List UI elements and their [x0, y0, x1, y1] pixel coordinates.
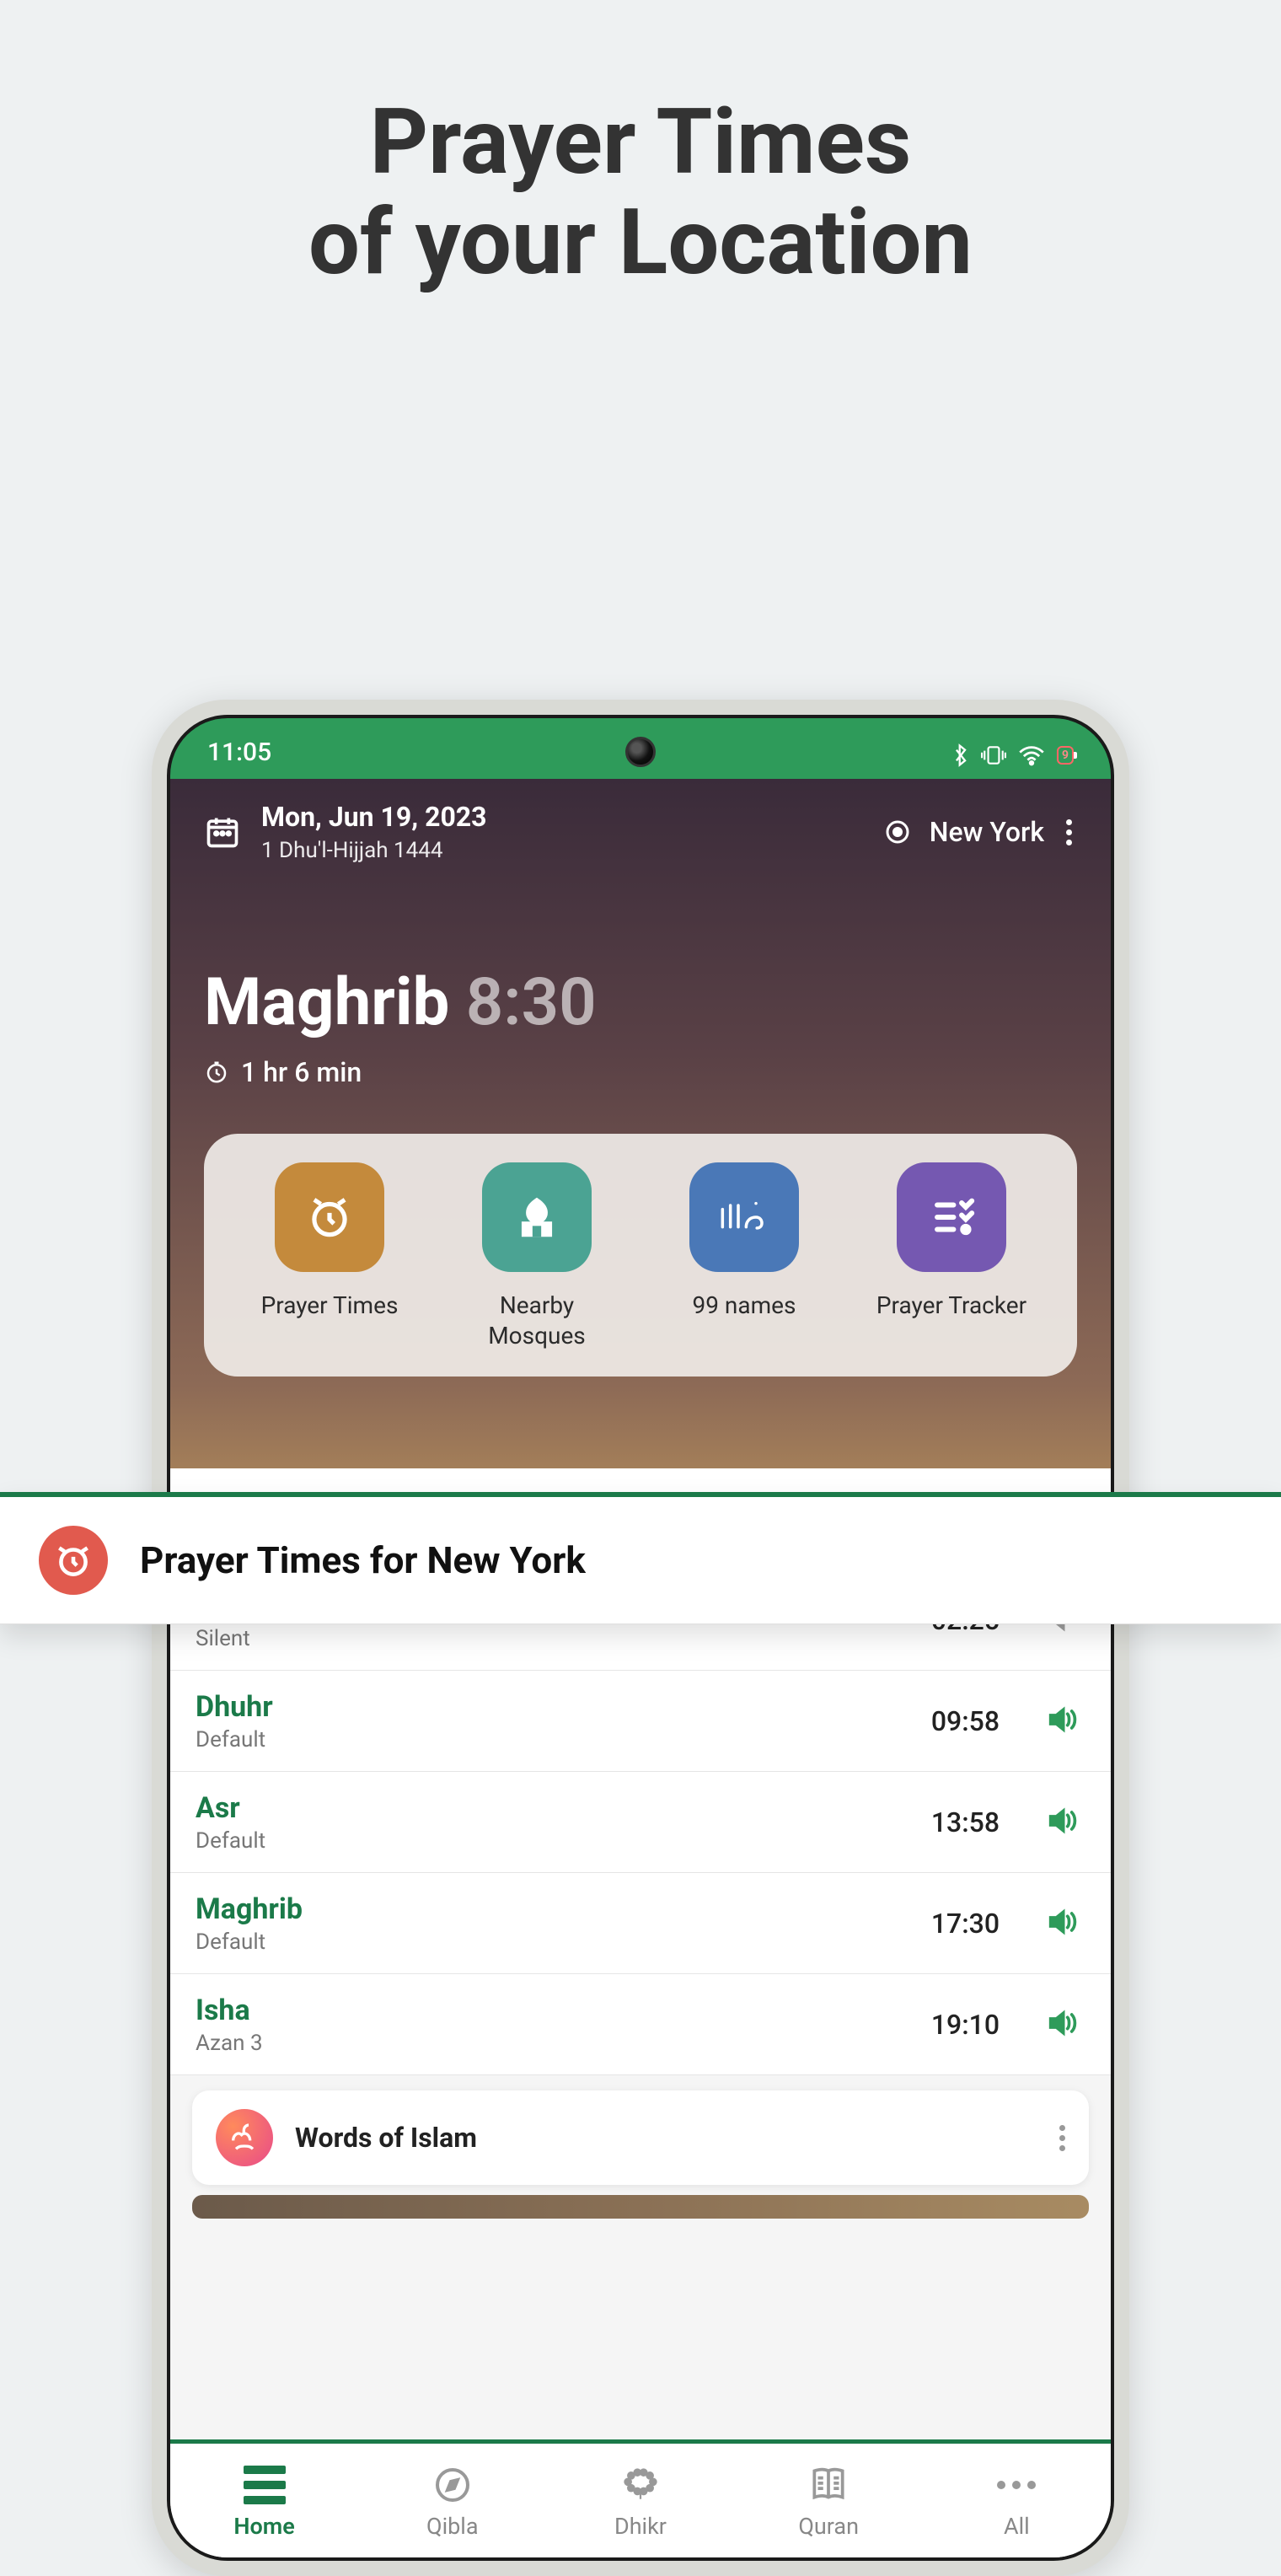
prayer-name: Isha — [196, 1994, 263, 2027]
nav-quran[interactable]: Quran — [757, 2462, 900, 2540]
app-store-headline: Prayer Times of your Location — [0, 0, 1281, 293]
calendar-icon — [204, 813, 241, 851]
hands-heart-icon — [216, 2109, 273, 2166]
allah-calligraphy-icon — [689, 1162, 799, 1272]
banner-title: Prayer Times for New York — [140, 1538, 586, 1582]
tile-label: Nearby Mosques — [448, 1291, 625, 1351]
nav-label: Quran — [757, 2513, 900, 2540]
prayer-row[interactable]: Isha Azan 3 19:10 — [170, 1974, 1111, 2075]
home-icon — [193, 2462, 336, 2508]
headline-line-2: of your Location — [0, 193, 1281, 293]
alarm-clock-icon — [39, 1526, 108, 1595]
countdown-text: 1 hr 6 min — [241, 1056, 362, 1088]
compass-icon — [381, 2462, 524, 2508]
prayer-notification-setting: Default — [196, 1727, 273, 1752]
prayer-time: 09:58 — [931, 1705, 1000, 1737]
next-prayer-time: 8:30 — [466, 964, 597, 1041]
nav-home[interactable]: Home — [193, 2462, 336, 2540]
date-block[interactable]: Mon, Jun 19, 2023 1 Dhu'l-Hijjah 1444 — [204, 801, 487, 863]
nav-label: Home — [193, 2513, 336, 2540]
hijri-date: 1 Dhu'l-Hijjah 1444 — [261, 838, 487, 863]
status-icons: 9 — [952, 743, 1074, 767]
sound-on-icon[interactable] — [1045, 2006, 1079, 2043]
checklist-icon — [897, 1162, 1006, 1272]
tile-label: Prayer Times — [241, 1291, 418, 1321]
more-horizontal-icon — [945, 2462, 1088, 2508]
tile-nearby-mosques[interactable]: Nearby Mosques — [448, 1162, 625, 1351]
prayer-name: Asr — [196, 1791, 265, 1825]
book-icon — [757, 2462, 900, 2508]
tile-label: 99 names — [656, 1291, 833, 1321]
prayer-info: Asr Default — [196, 1791, 265, 1854]
sound-on-icon[interactable] — [1045, 1804, 1079, 1841]
overlay-banner: Prayer Times for New York — [0, 1492, 1281, 1624]
phone-frame: 11:05 9 Mon, Jun 19, 2023 1 Dhu'l-Hijjah… — [152, 700, 1129, 2576]
sound-on-icon[interactable] — [1045, 1703, 1079, 1740]
prayer-notification-setting: Silent — [196, 1626, 293, 1651]
location-button[interactable]: New York — [930, 816, 1044, 848]
words-more-button[interactable] — [1059, 2125, 1065, 2151]
prayer-info: Isha Azan 3 — [196, 1994, 263, 2056]
prayer-name: Maghrib — [196, 1892, 303, 1926]
tile-prayer-times[interactable]: Prayer Times — [241, 1162, 418, 1351]
words-card-title: Words of Islam — [295, 2122, 477, 2154]
bottom-nav: Home Qibla Dhikr — [170, 2439, 1111, 2557]
battery-icon: 9 — [1057, 746, 1074, 765]
prayer-name: Dhuhr — [196, 1690, 273, 1724]
vibrate-icon — [981, 744, 1006, 766]
nav-qibla[interactable]: Qibla — [381, 2462, 524, 2540]
prayer-notification-setting: Azan 3 — [196, 2031, 263, 2056]
gregorian-date: Mon, Jun 19, 2023 — [261, 801, 487, 833]
image-strip — [192, 2195, 1089, 2219]
timer-icon — [204, 1060, 229, 1085]
quick-tiles-card: Prayer Times Nearby Mosques 99 names — [204, 1134, 1077, 1377]
mosque-icon — [482, 1162, 592, 1272]
prayer-info: Maghrib Default — [196, 1892, 303, 1955]
sound-on-icon[interactable] — [1045, 1905, 1079, 1942]
headline-line-1: Prayer Times — [0, 93, 1281, 193]
location-pin-icon — [882, 817, 913, 847]
next-prayer: Maghrib 8:30 — [204, 964, 1077, 1041]
status-time: 11:05 — [207, 738, 271, 767]
prayer-info: Dhuhr Default — [196, 1690, 273, 1752]
prayer-time: 19:10 — [931, 2009, 1000, 2041]
countdown: 1 hr 6 min — [204, 1056, 1077, 1088]
prayer-notification-setting: Default — [196, 1828, 265, 1854]
tile-prayer-tracker[interactable]: Prayer Tracker — [863, 1162, 1040, 1351]
bluetooth-icon — [952, 743, 969, 767]
tasbih-icon — [569, 2462, 712, 2508]
prayer-row[interactable]: Dhuhr Default 09:58 — [170, 1671, 1111, 1772]
alarm-clock-icon — [275, 1162, 384, 1272]
main-content: Fajr10 mins before, Azan 100:45SunriseSi… — [170, 1468, 1111, 2557]
nav-dhikr[interactable]: Dhikr — [569, 2462, 712, 2540]
phone-camera — [625, 737, 656, 767]
prayer-row[interactable]: Maghrib Default 17:30 — [170, 1873, 1111, 1974]
nav-label: Dhikr — [569, 2513, 712, 2540]
wifi-icon — [1018, 744, 1045, 766]
tile-label: Prayer Tracker — [863, 1291, 1040, 1321]
words-of-islam-card[interactable]: Words of Islam — [192, 2090, 1089, 2185]
hero-panel: Mon, Jun 19, 2023 1 Dhu'l-Hijjah 1444 Ne… — [170, 779, 1111, 1468]
nav-label: All — [945, 2513, 1088, 2540]
next-prayer-name: Maghrib — [204, 964, 449, 1041]
tile-99-names[interactable]: 99 names — [656, 1162, 833, 1351]
prayer-notification-setting: Default — [196, 1929, 303, 1955]
nav-label: Qibla — [381, 2513, 524, 2540]
prayer-row[interactable]: Asr Default 13:58 — [170, 1772, 1111, 1873]
nav-all[interactable]: All — [945, 2462, 1088, 2540]
prayer-time: 13:58 — [931, 1806, 1000, 1838]
more-menu-button[interactable] — [1061, 814, 1077, 851]
phone-screen: 11:05 9 Mon, Jun 19, 2023 1 Dhu'l-Hijjah… — [167, 715, 1114, 2561]
prayer-time: 17:30 — [931, 1908, 1000, 1940]
